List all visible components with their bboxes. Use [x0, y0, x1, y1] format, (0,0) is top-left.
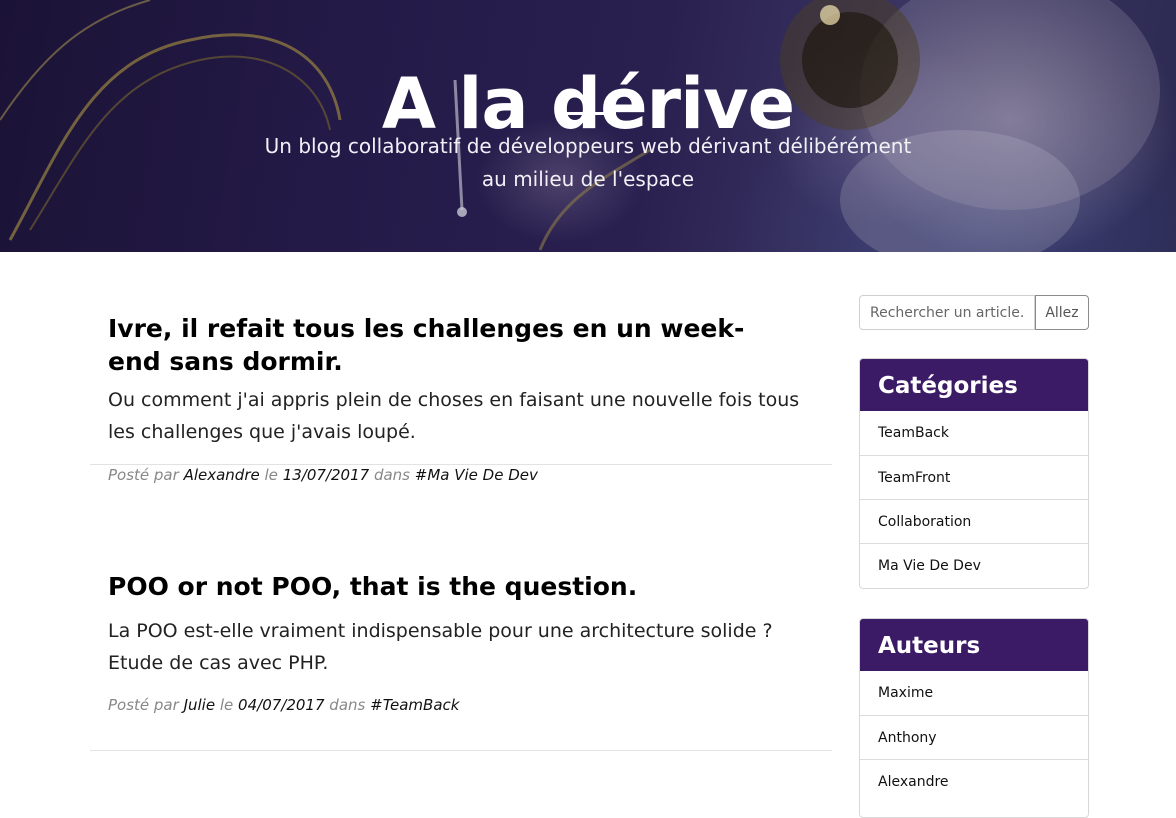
date-prefix-label: le [219, 696, 234, 714]
search-button[interactable]: Allez [1035, 295, 1089, 330]
posts-list: Ivre, il refait tous les challenges en u… [90, 252, 832, 751]
category-item[interactable]: TeamFront [860, 455, 1088, 499]
category-prefix-label: dans [373, 466, 410, 484]
post-title-link[interactable]: Ivre, il refait tous les challenges en u… [90, 312, 832, 378]
authors-heading: Auteurs [860, 619, 1088, 671]
posted-by-label: Posté par [108, 696, 179, 714]
categories-panel: Catégories TeamBack TeamFront Collaborat… [859, 358, 1089, 589]
post-date: 04/07/2017 [238, 696, 325, 714]
post-item: Ivre, il refait tous les challenges en u… [90, 252, 832, 484]
post-category-link[interactable]: #Ma Vie De Dev [415, 466, 538, 484]
authors-panel: Auteurs Maxime Anthony Alexandre [859, 618, 1089, 818]
category-prefix-label: dans [329, 696, 366, 714]
author-item[interactable]: Alexandre [860, 759, 1088, 803]
post-meta: Posté par Julie le 04/07/2017 dans #Team… [90, 696, 832, 714]
post-date: 13/07/2017 [282, 466, 370, 484]
title-divider [562, 112, 616, 115]
search-input[interactable] [859, 295, 1035, 330]
posted-by-label: Posté par [108, 466, 179, 484]
category-item[interactable]: TeamBack [860, 411, 1088, 455]
post-excerpt: La POO est-elle vraiment indispensable p… [108, 620, 773, 674]
date-prefix-label: le [264, 466, 278, 484]
post-meta: Posté par Alexandre le 13/07/2017 dans #… [90, 466, 832, 484]
hero-banner: A la dérive Un blog collaboratif de déve… [0, 0, 1176, 252]
post-excerpt: Ou comment j'ai appris plein de choses e… [108, 389, 800, 443]
author-item[interactable]: Maxime [860, 671, 1088, 715]
category-item[interactable]: Collaboration [860, 499, 1088, 543]
author-item[interactable]: Anthony [860, 715, 1088, 759]
post-item: POO or not POO, that is the question. La… [90, 525, 832, 751]
site-subtitle: Un blog collaboratif de développeurs web… [264, 134, 912, 191]
search-form: Allez [859, 295, 1089, 330]
post-title-link[interactable]: POO or not POO, that is the question. [90, 570, 832, 603]
post-category-link[interactable]: #TeamBack [370, 696, 459, 714]
category-item[interactable]: Ma Vie De Dev [860, 543, 1088, 587]
categories-heading: Catégories [860, 359, 1088, 411]
post-author-link[interactable]: Alexandre [184, 466, 260, 484]
post-author-link[interactable]: Julie [184, 696, 216, 714]
